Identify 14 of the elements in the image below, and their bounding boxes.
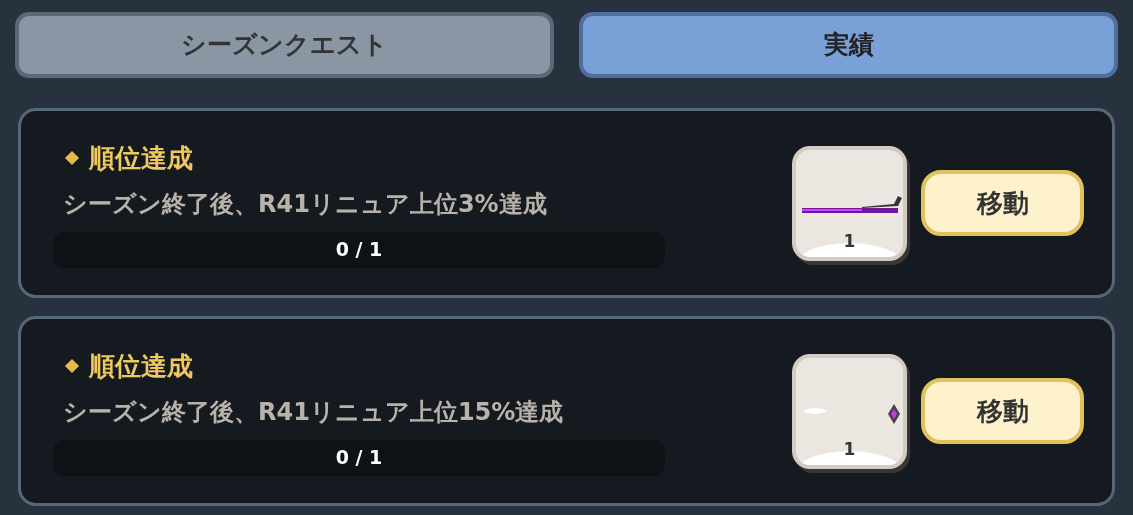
tab[interactable]: シーズンクエスト [15, 12, 554, 78]
gem-icon [888, 403, 900, 424]
reward-count: 1 [843, 230, 856, 253]
move-button[interactable]: 移動 [921, 170, 1084, 236]
quest-title: 順位達成 [89, 349, 193, 383]
progress-text: 0 / 1 [335, 445, 383, 471]
cloud-icon [804, 407, 826, 414]
reward-count: 1 [843, 438, 856, 461]
quest-description: シーズン終了後、R41リニュア上位3%達成 [62, 188, 548, 220]
quest-title: 順位達成 [89, 141, 193, 175]
progress-text: 0 / 1 [335, 237, 383, 263]
tab[interactable]: 実績 [579, 12, 1118, 78]
quest-description: シーズン終了後、R41リニュア上位15%達成 [62, 396, 565, 428]
move-button[interactable]: 移動 [921, 378, 1084, 444]
